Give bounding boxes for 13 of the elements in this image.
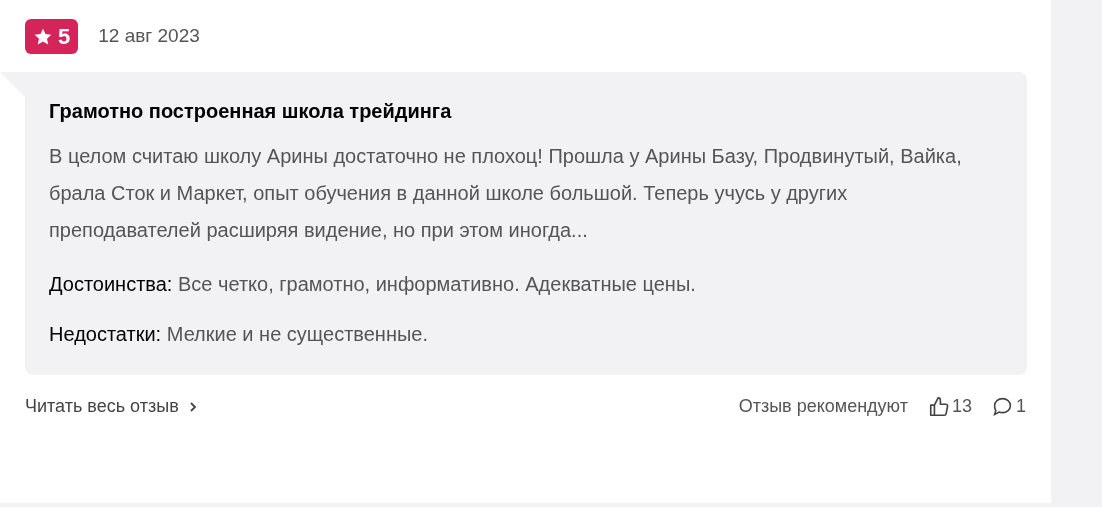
speech-bubble-icon: [992, 396, 1013, 417]
chevron-right-icon: [188, 400, 197, 413]
comment-button[interactable]: 1: [992, 393, 1026, 420]
review-date: 12 авг 2023: [98, 24, 200, 49]
recommend-label: Отзыв рекомендуют: [738, 395, 908, 418]
review-title: Грамотно построенная школа трейдинга: [49, 99, 453, 124]
rating-badge: 5: [25, 19, 79, 54]
read-full-review-link[interactable]: Читать весь отзыв: [25, 393, 197, 420]
review-section-text: Недостатки: Мелкие и не существенные.: [49, 322, 429, 347]
review-text: В целом считаю школу Арины достаточно не плохоц! Прошла у Арины Базу, Продвинутый, Вайка, брала Сток и Маркет, опыт обучения в данной школе большой. Теперь учусь у других преподавателей расширяя видение, но при этом иногда...: [49, 144, 963, 243]
thumbs-up-icon: [927, 395, 950, 418]
like-button[interactable]: 13: [927, 393, 972, 420]
review-section-text: Достоинства: Все четко, грамотно, информативно. Адекватные цены.: [49, 272, 697, 297]
